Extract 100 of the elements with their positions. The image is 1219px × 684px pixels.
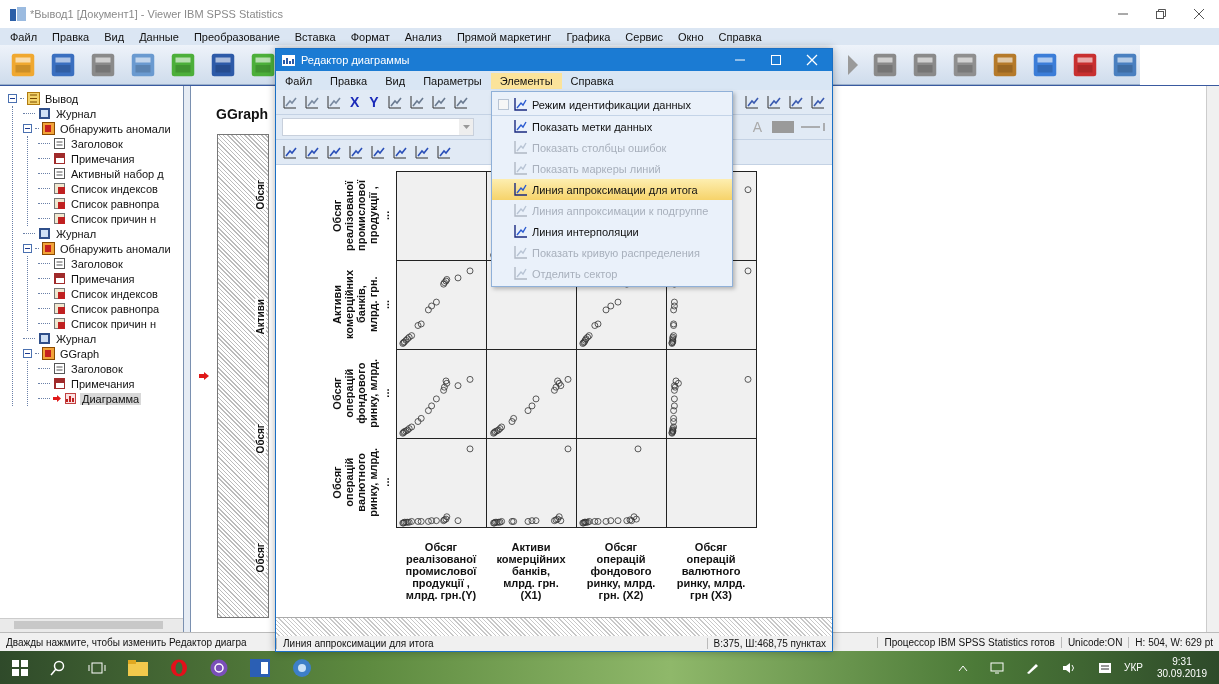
axis-button[interactable]: Y <box>367 94 381 110</box>
language-indicator[interactable]: УКР <box>1124 662 1143 673</box>
tree-item[interactable]: Список равнопра <box>69 197 162 210</box>
plot-panel[interactable] <box>576 349 667 439</box>
close-icon[interactable] <box>1193 8 1205 20</box>
menu-item[interactable]: Правка <box>321 72 377 89</box>
menu-item[interactable]: Справка <box>718 30 762 43</box>
menu-item[interactable]: Справка <box>561 72 623 89</box>
menu-item[interactable]: Вид <box>104 30 125 43</box>
pen-icon[interactable] <box>1026 661 1041 674</box>
status-text: Дважды нажмите, чтобы изменить Редактор диагра <box>5 636 248 648</box>
checkbox[interactable] <box>498 99 509 110</box>
caret-icon <box>462 125 470 129</box>
tree-item[interactable]: Список причин н <box>69 317 158 330</box>
tree-item[interactable]: Список индексов <box>69 182 160 195</box>
plot-panel[interactable] <box>396 349 487 439</box>
tree-item[interactable]: Примечания <box>69 272 137 285</box>
menu-item[interactable]: Окно <box>678 30 704 43</box>
plot-panel[interactable] <box>666 438 757 528</box>
tree-item[interactable]: Примечания <box>69 152 137 165</box>
windows-logo-icon[interactable] <box>12 659 28 676</box>
chevron-up-icon[interactable] <box>958 663 969 672</box>
plot-panel[interactable] <box>576 438 667 528</box>
tree-item[interactable]: Заголовок <box>69 137 125 150</box>
note-icon <box>53 152 66 165</box>
tree-item[interactable]: Заголовок <box>69 257 125 270</box>
table-icon <box>53 197 66 210</box>
plot-panel[interactable] <box>396 260 487 350</box>
axis-label: Обсяг операцій фондового ринку, млрд. грн. (X2) <box>585 540 657 601</box>
menu-item[interactable]: Файл <box>276 72 322 89</box>
menu-item[interactable]: Файл <box>10 30 38 43</box>
plot-panel[interactable] <box>486 438 577 528</box>
menu-item[interactable]: Линия интерполяции <box>492 221 732 242</box>
output-heading: GGraph <box>216 106 269 122</box>
chart-preview[interactable]: Обсяг Активи Обсяг Обсяг <box>217 134 269 618</box>
plot-panel[interactable] <box>486 349 577 439</box>
menu-item[interactable]: Данные <box>139 30 179 43</box>
axis-label: Активи комерційних банків, млрд. грн. (X1) <box>495 540 567 601</box>
tree-item[interactable]: Обнаружить аномали <box>58 242 173 255</box>
search-icon[interactable] <box>50 659 66 676</box>
app-icon <box>10 7 26 21</box>
tree-item[interactable]: Заголовок <box>69 362 125 375</box>
axis-label: Обсяг реалізованої промислової продукції , ... <box>331 180 391 251</box>
speaker-icon[interactable] <box>1062 661 1077 674</box>
menu-item[interactable]: Режим идентификации данных <box>492 94 732 116</box>
menu-item[interactable]: Линия аппроксимации для итога <box>492 179 732 200</box>
tree-item[interactable]: Примечания <box>69 377 137 390</box>
vertical-scrollbar[interactable] <box>1206 86 1219 632</box>
menu-item[interactable]: Сервис <box>625 30 663 43</box>
tree-item[interactable]: Журнал <box>54 332 99 345</box>
tree-item[interactable]: Вывод <box>43 92 81 105</box>
menu-item[interactable]: Вид <box>376 72 415 89</box>
status-text: Unicode:ON <box>1060 636 1129 648</box>
window-title: *Вывод1 [Документ1] - Viewer IBM SPSS Statistics <box>30 8 284 20</box>
folder-tree-icon <box>27 92 40 105</box>
collapse-icon[interactable] <box>23 349 32 358</box>
menu-item[interactable]: Правка <box>52 30 90 43</box>
tree-item[interactable]: Активный набор д <box>69 167 166 180</box>
tree-item[interactable]: Список индексов <box>69 287 160 300</box>
restore-icon[interactable] <box>1155 8 1167 20</box>
collapse-icon[interactable] <box>8 94 17 103</box>
axis-button[interactable]: X <box>348 94 362 110</box>
maximize-icon[interactable] <box>770 54 782 66</box>
clock-time[interactable]: 9:31 <box>1172 655 1192 668</box>
menu-item[interactable]: Формат <box>350 30 390 43</box>
plot-panel[interactable] <box>666 349 757 439</box>
axis-label: Активи комерційних банків, млрд. грн. ... <box>331 270 391 339</box>
message-icon[interactable] <box>1098 661 1113 674</box>
current-item-arrow-icon <box>199 372 209 380</box>
collapse-icon[interactable] <box>23 124 32 133</box>
line-color-icon[interactable] <box>800 120 826 134</box>
menu-item[interactable]: Параметры <box>414 72 491 89</box>
tree-item[interactable]: Список равнопра <box>69 302 162 315</box>
tree-item[interactable]: Журнал <box>54 227 99 240</box>
current-item-arrow-icon <box>53 395 61 402</box>
tree-item[interactable]: Список причин н <box>69 212 158 225</box>
plot-panel[interactable] <box>396 171 487 261</box>
tree-item[interactable]: Обнаружить аномали <box>58 122 173 135</box>
line-chart-icon[interactable] <box>348 144 364 160</box>
menu-item[interactable]: Анализ <box>404 30 442 43</box>
menu-item[interactable]: Вставка <box>294 30 336 43</box>
collapse-icon[interactable] <box>23 244 32 253</box>
axis-label: Обсяг <box>255 542 266 573</box>
fill-color-button[interactable] <box>772 121 794 133</box>
tree-item[interactable]: GGraph <box>58 347 102 360</box>
clock-date[interactable]: 30.09.2019 <box>1156 667 1207 680</box>
menu-item[interactable]: Преобразование <box>193 30 280 43</box>
pane-splitter[interactable] <box>184 86 191 632</box>
menu-item[interactable]: Графика <box>566 30 611 43</box>
menu-item[interactable]: Показать метки данных <box>492 116 732 137</box>
axis-label: Обсяг операцій фондового ринку, млрд. ... <box>331 359 391 428</box>
horizontal-scrollbar[interactable] <box>0 618 183 632</box>
tree-item[interactable]: Журнал <box>54 107 99 120</box>
menu-item[interactable]: Прямой маркетинг <box>456 30 552 43</box>
plot-panel[interactable] <box>396 438 487 528</box>
axis-label: Обсяг <box>255 179 266 210</box>
menu-item[interactable]: Элементы <box>490 72 562 89</box>
tree-item[interactable]: Диаграмма <box>80 392 142 405</box>
combo-field[interactable] <box>282 118 474 136</box>
task-view-icon[interactable] <box>88 660 106 675</box>
